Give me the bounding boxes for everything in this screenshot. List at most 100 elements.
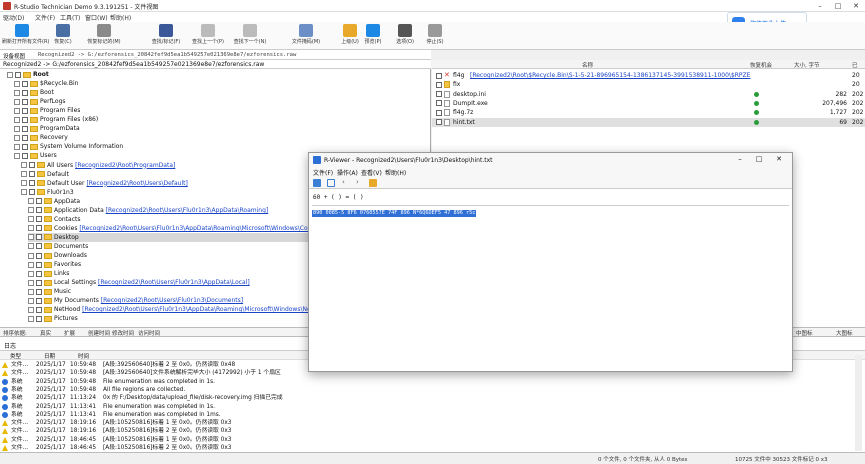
expand-toggle-icon[interactable] bbox=[28, 315, 34, 322]
address-path[interactable]: Recognized2 -> G:/ezforensics_20842fef9d… bbox=[38, 52, 296, 58]
tree-item-checkbox[interactable] bbox=[22, 134, 28, 141]
log-scrollbar[interactable] bbox=[855, 355, 862, 451]
file-mask-toolbar-button[interactable]: 文件掩码(M) bbox=[286, 23, 326, 49]
expand-toggle-icon[interactable] bbox=[21, 162, 27, 168]
tree-item-checkbox[interactable] bbox=[29, 162, 35, 168]
tree-item-checkbox[interactable] bbox=[36, 207, 42, 214]
tree-item-link[interactable]: [Recognized2\Root\Users\Flu0r1n3\AppData… bbox=[98, 279, 250, 286]
viewer-maximize-button[interactable]: □ bbox=[752, 155, 766, 165]
sort-real[interactable]: 真实 bbox=[40, 329, 51, 337]
tree-item-checkbox[interactable] bbox=[36, 270, 42, 277]
expand-toggle-icon[interactable] bbox=[14, 116, 20, 123]
tree-item[interactable]: Program Files bbox=[14, 106, 430, 115]
expand-toggle-icon[interactable] bbox=[14, 125, 20, 132]
viewer-back-icon[interactable]: ‹ bbox=[342, 178, 345, 186]
expand-toggle-icon[interactable] bbox=[28, 297, 34, 304]
expand-toggle-icon[interactable] bbox=[7, 71, 13, 78]
tree-item[interactable]: Root bbox=[7, 70, 430, 79]
tree-item[interactable]: $Recycle.Bin bbox=[14, 79, 430, 88]
expand-toggle-icon[interactable] bbox=[21, 189, 27, 196]
expand-toggle-icon[interactable] bbox=[21, 180, 27, 187]
close-button[interactable]: ✕ bbox=[847, 0, 865, 12]
find-next-toolbar-button[interactable]: 查找下一个(N) bbox=[230, 23, 270, 49]
expand-toggle-icon[interactable] bbox=[14, 134, 20, 141]
file-checkbox[interactable] bbox=[436, 109, 442, 116]
viewer-minimize-button[interactable]: – bbox=[733, 155, 747, 165]
menu-tools[interactable]: 工具(T) bbox=[60, 13, 80, 22]
expand-toggle-icon[interactable] bbox=[14, 107, 20, 114]
file-row[interactable]: fl4g.7z 1,727 202 bbox=[432, 108, 865, 117]
tree-item-link[interactable]: [Recognized2\Root\Users\Flu0r1n3\AppData… bbox=[82, 306, 311, 313]
stop-toolbar-button[interactable]: 停止(S) bbox=[415, 23, 455, 49]
tree-item[interactable]: Program Files (x86) bbox=[14, 115, 430, 124]
viewer-content[interactable]: 60 + ( ) = ( ) 890 0085-5 8F6 0760557E 7… bbox=[309, 190, 792, 371]
tree-item-checkbox[interactable] bbox=[36, 234, 42, 241]
tree-item-checkbox[interactable] bbox=[36, 279, 42, 286]
sort-accessed[interactable]: 访问时间 bbox=[138, 329, 160, 337]
tree-item-checkbox[interactable] bbox=[36, 297, 42, 304]
tree-item-checkbox[interactable] bbox=[36, 198, 42, 205]
log-row[interactable]: 文件... 2025/1/17 18:46:45 [A段:105250816]标着 1… bbox=[0, 436, 860, 445]
tree-item-checkbox[interactable] bbox=[29, 180, 35, 187]
file-link[interactable]: [Recognized2\Root\$Recycle.Bin\S-1-5-21-… bbox=[470, 71, 750, 80]
expand-toggle-icon[interactable] bbox=[28, 306, 34, 313]
expand-toggle-icon[interactable] bbox=[28, 234, 34, 241]
viewer-selected-text[interactable]: 890 0085-5 8F6 0760557E 74F 896 N*6Q6DEF… bbox=[312, 210, 477, 217]
expand-toggle-icon[interactable] bbox=[28, 207, 34, 214]
file-row[interactable]: DumpIt.exe 207,496 202 bbox=[432, 99, 865, 108]
recover-marked-toolbar-button[interactable]: 恢复标记的(M) bbox=[84, 23, 124, 49]
viewer-forward-icon[interactable]: › bbox=[356, 178, 359, 186]
sort-created[interactable]: 创建时间 bbox=[88, 329, 110, 337]
viewer-menu-file[interactable]: 文件(F) bbox=[313, 168, 333, 177]
file-checkbox[interactable] bbox=[436, 72, 442, 79]
tree-item-checkbox[interactable] bbox=[36, 225, 42, 232]
expand-toggle-icon[interactable] bbox=[14, 143, 20, 150]
tree-item-checkbox[interactable] bbox=[29, 189, 35, 196]
expand-toggle-icon[interactable] bbox=[14, 98, 20, 105]
log-row[interactable]: 系统 2025/1/17 10:59:48 All file regions are … bbox=[0, 386, 860, 395]
viewer-menu-help[interactable]: 帮助(H) bbox=[385, 168, 406, 177]
tree-item-link[interactable]: [Recognized2\Root\Users\Flu0r1n3\AppData… bbox=[79, 225, 311, 232]
log-row[interactable]: 系统 2025/1/17 11:13:41 File enumeration was … bbox=[0, 403, 860, 412]
expand-toggle-icon[interactable] bbox=[28, 270, 34, 277]
col-extra[interactable]: 已 bbox=[852, 61, 858, 69]
menu-window[interactable]: 窗口(W) bbox=[85, 13, 108, 22]
viewer-menu-view[interactable]: 查看(V) bbox=[361, 168, 382, 177]
tree-item-link[interactable]: [Recognized2\Root\ProgramData] bbox=[75, 162, 175, 169]
log-row[interactable]: 系统 2025/1/17 11:13:41 File enumeration was … bbox=[0, 411, 860, 420]
tree-item-checkbox[interactable] bbox=[22, 98, 28, 105]
sort-ext[interactable]: 扩展 bbox=[64, 329, 75, 337]
log-row[interactable]: 文件... 2025/1/17 18:19:16 [A段:105250816]标着 1… bbox=[0, 419, 860, 428]
refresh-toolbar-button[interactable]: 刷新打开所有文件(R) bbox=[2, 23, 49, 49]
tree-item-checkbox[interactable] bbox=[22, 125, 28, 132]
tree-item[interactable]: ProgramData bbox=[14, 124, 430, 133]
tree-item-link[interactable]: [Recognized2\Root\Users\Default] bbox=[86, 180, 187, 187]
tree-item-checkbox[interactable] bbox=[36, 216, 42, 223]
tree-item[interactable]: Recovery bbox=[14, 133, 430, 142]
viewer-folder-icon[interactable] bbox=[369, 179, 377, 187]
tree-item-link[interactable]: [Recognized2\Root\Users\Flu0r1n3\Documen… bbox=[101, 297, 243, 304]
tree-item-link[interactable]: [Recognized2\Root\Users\Flu0r1n3\AppData… bbox=[106, 207, 269, 214]
file-checkbox[interactable] bbox=[436, 100, 442, 107]
file-checkbox[interactable] bbox=[436, 119, 442, 125]
expand-toggle-icon[interactable] bbox=[28, 279, 34, 286]
viewer-check-icon[interactable] bbox=[327, 179, 335, 187]
tree-item-checkbox[interactable] bbox=[36, 288, 42, 295]
viewer-refresh-icon[interactable] bbox=[313, 179, 321, 187]
file-row[interactable]: fix 20 bbox=[432, 80, 865, 89]
col-name[interactable]: 名称 bbox=[582, 61, 593, 69]
viewer-close-button[interactable]: ✕ bbox=[772, 155, 786, 165]
tree-item-checkbox[interactable] bbox=[22, 116, 28, 123]
tree-root-row[interactable]: Recognized2 -> G:/ezforensics_20842fef9d… bbox=[0, 60, 431, 69]
tree-item-checkbox[interactable] bbox=[36, 315, 42, 322]
expand-toggle-icon[interactable] bbox=[28, 261, 34, 268]
view-medium-icons[interactable]: 中图标 bbox=[796, 329, 813, 337]
minimize-button[interactable]: – bbox=[811, 0, 829, 12]
menu-drive[interactable]: 驱动(D) bbox=[3, 13, 24, 22]
expand-toggle-icon[interactable] bbox=[14, 80, 20, 87]
expand-toggle-icon[interactable] bbox=[28, 216, 34, 223]
log-col-time[interactable]: 时间 bbox=[78, 352, 89, 360]
col-size[interactable]: 大小, 字节 bbox=[794, 61, 820, 69]
tree-item-checkbox[interactable] bbox=[36, 261, 42, 268]
tree-item[interactable]: PerfLogs bbox=[14, 97, 430, 106]
